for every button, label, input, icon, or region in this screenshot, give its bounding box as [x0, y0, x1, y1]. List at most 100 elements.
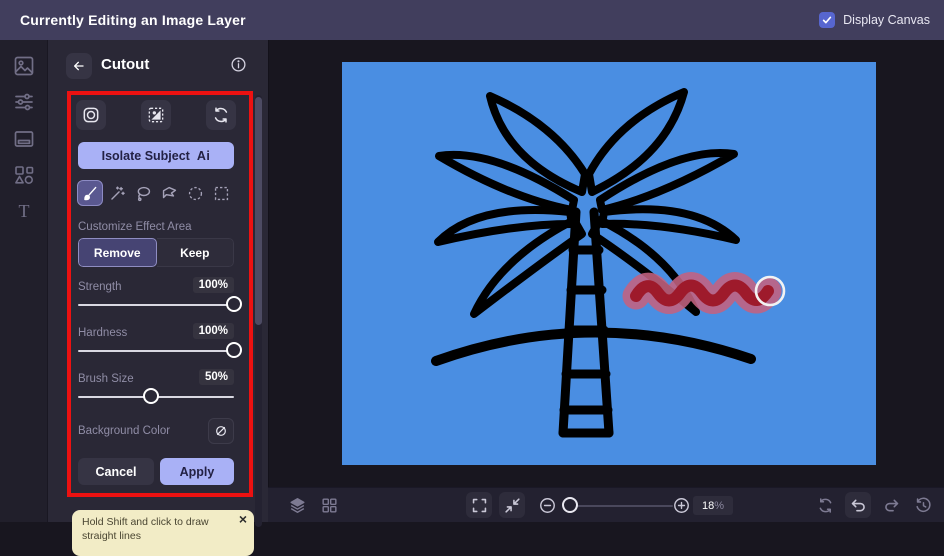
adjustments-icon	[15, 93, 33, 111]
lens-icon	[83, 107, 99, 123]
fit-to-screen-icon	[504, 497, 520, 513]
undo-button[interactable]	[845, 492, 871, 518]
apply-button[interactable]: Apply	[160, 458, 234, 485]
frames-icon	[14, 131, 34, 147]
cancel-button[interactable]: Cancel	[78, 458, 154, 485]
text-icon: T	[19, 201, 30, 221]
sidebar-item-shapes[interactable]	[12, 163, 36, 187]
subject-selection-icon	[148, 107, 164, 123]
back-button[interactable]	[66, 53, 92, 79]
shapes-icon	[15, 166, 34, 184]
hardness-slider-handle[interactable]	[226, 342, 242, 358]
cutout-panel: Cutout Isolate Subject Ai Customize Effe…	[48, 40, 268, 556]
refresh-icon	[214, 107, 228, 123]
tool-polygon-lasso[interactable]	[156, 180, 182, 206]
palm-tree-drawing	[431, 88, 786, 438]
redo-icon	[884, 499, 898, 511]
tool-lasso[interactable]	[130, 180, 156, 206]
brush-size-label: Brush Size	[78, 373, 134, 385]
sidebar-item-adjust[interactable]	[12, 90, 36, 114]
hardness-label: Hardness	[78, 327, 128, 339]
strength-value: 100%	[192, 277, 234, 293]
tool-magic-wand[interactable]	[104, 180, 130, 206]
zoom-slider-handle[interactable]	[561, 496, 578, 513]
isolate-subject-label: Isolate Subject	[101, 148, 190, 163]
lasso-icon	[137, 186, 150, 201]
zoom-level-value: 18	[701, 499, 715, 512]
undo-icon	[851, 499, 865, 511]
rect-select-icon	[214, 186, 228, 200]
display-canvas-toggle[interactable]: Display Canvas	[819, 0, 930, 40]
hardness-slider[interactable]	[78, 342, 242, 358]
info-icon	[231, 57, 246, 72]
sidebar-item-text[interactable]: T	[12, 199, 36, 223]
tool-rect-select[interactable]	[208, 180, 234, 206]
polygon-lasso-icon	[162, 186, 176, 198]
bottom-toolbar: 18%	[268, 487, 944, 522]
lens-mode-button[interactable]	[76, 100, 106, 130]
tool-ellipse-select[interactable]	[182, 180, 208, 206]
subject-selection-button[interactable]	[141, 100, 171, 130]
zoom-in-button[interactable]	[668, 492, 694, 518]
refresh-canvas-button[interactable]	[812, 492, 838, 518]
brush-stroke-core	[630, 279, 774, 307]
brush-icon	[83, 186, 96, 200]
zoom-slider[interactable]	[561, 496, 673, 513]
brush-size-value: 50%	[198, 369, 234, 385]
fullscreen-icon	[472, 498, 486, 512]
hardness-value: 100%	[192, 323, 234, 339]
background-color-label: Background Color	[78, 425, 171, 437]
sidebar-item-frames[interactable]	[12, 127, 36, 151]
arrow-left-icon	[74, 61, 84, 71]
fullscreen-button[interactable]	[466, 492, 492, 518]
customize-effect-area-label: Customize Effect Area	[78, 221, 192, 233]
tool-brush[interactable]	[77, 180, 103, 206]
fit-to-screen-button[interactable]	[499, 492, 525, 518]
strength-slider[interactable]	[78, 296, 242, 312]
history-icon	[915, 497, 931, 512]
panel-scrollbar[interactable]	[255, 95, 262, 527]
effect-area-segmented: Remove Keep	[78, 238, 234, 267]
ellipse-select-icon	[188, 186, 202, 200]
layout-grid-button[interactable]	[316, 492, 342, 518]
reset-selection-button[interactable]	[206, 100, 236, 130]
strength-slider-handle[interactable]	[226, 296, 242, 312]
brush-size-slider[interactable]	[78, 388, 234, 404]
refresh-icon	[819, 497, 831, 513]
layers-button[interactable]	[284, 492, 310, 518]
magic-wand-icon	[110, 185, 125, 200]
tip-close-icon[interactable]: ×	[239, 511, 247, 527]
isolate-subject-button[interactable]: Isolate Subject Ai	[78, 142, 234, 169]
brush-size-slider-handle[interactable]	[143, 388, 160, 404]
zoom-level-unit: %	[714, 499, 725, 512]
panel-scrollbar-thumb[interactable]	[255, 97, 262, 325]
panel-title: Cutout	[101, 56, 150, 73]
check-icon	[822, 16, 832, 24]
tip-toast: Hold Shift and click to draw straight li…	[72, 510, 254, 556]
info-button[interactable]	[230, 56, 247, 73]
tip-text: Hold Shift and click to draw straight li…	[82, 516, 209, 542]
workspace	[268, 40, 944, 487]
keep-button[interactable]: Keep	[156, 238, 234, 267]
display-canvas-checkbox[interactable]	[819, 12, 836, 28]
remove-button[interactable]: Remove	[78, 238, 157, 267]
zoom-level-field[interactable]: 18%	[693, 496, 733, 515]
zoom-out-icon	[539, 497, 555, 513]
ai-badge: Ai	[196, 148, 211, 163]
zoom-in-icon	[673, 497, 689, 513]
zoom-out-button[interactable]	[534, 492, 560, 518]
page-title: Currently Editing an Image Layer	[20, 12, 246, 28]
left-sidebar: T	[0, 40, 48, 522]
layout-grid-icon	[321, 497, 337, 513]
none-color-icon	[216, 426, 226, 436]
display-canvas-label: Display Canvas	[843, 13, 930, 27]
redo-button[interactable]	[878, 492, 904, 518]
history-button[interactable]	[910, 492, 936, 518]
top-bar: Currently Editing an Image Layer Display…	[0, 0, 944, 40]
sidebar-item-image[interactable]	[12, 54, 36, 78]
image-icon	[14, 56, 34, 76]
layers-icon	[289, 497, 305, 513]
strength-label: Strength	[78, 281, 122, 293]
image-canvas[interactable]	[342, 62, 876, 465]
background-color-button[interactable]	[208, 418, 234, 444]
